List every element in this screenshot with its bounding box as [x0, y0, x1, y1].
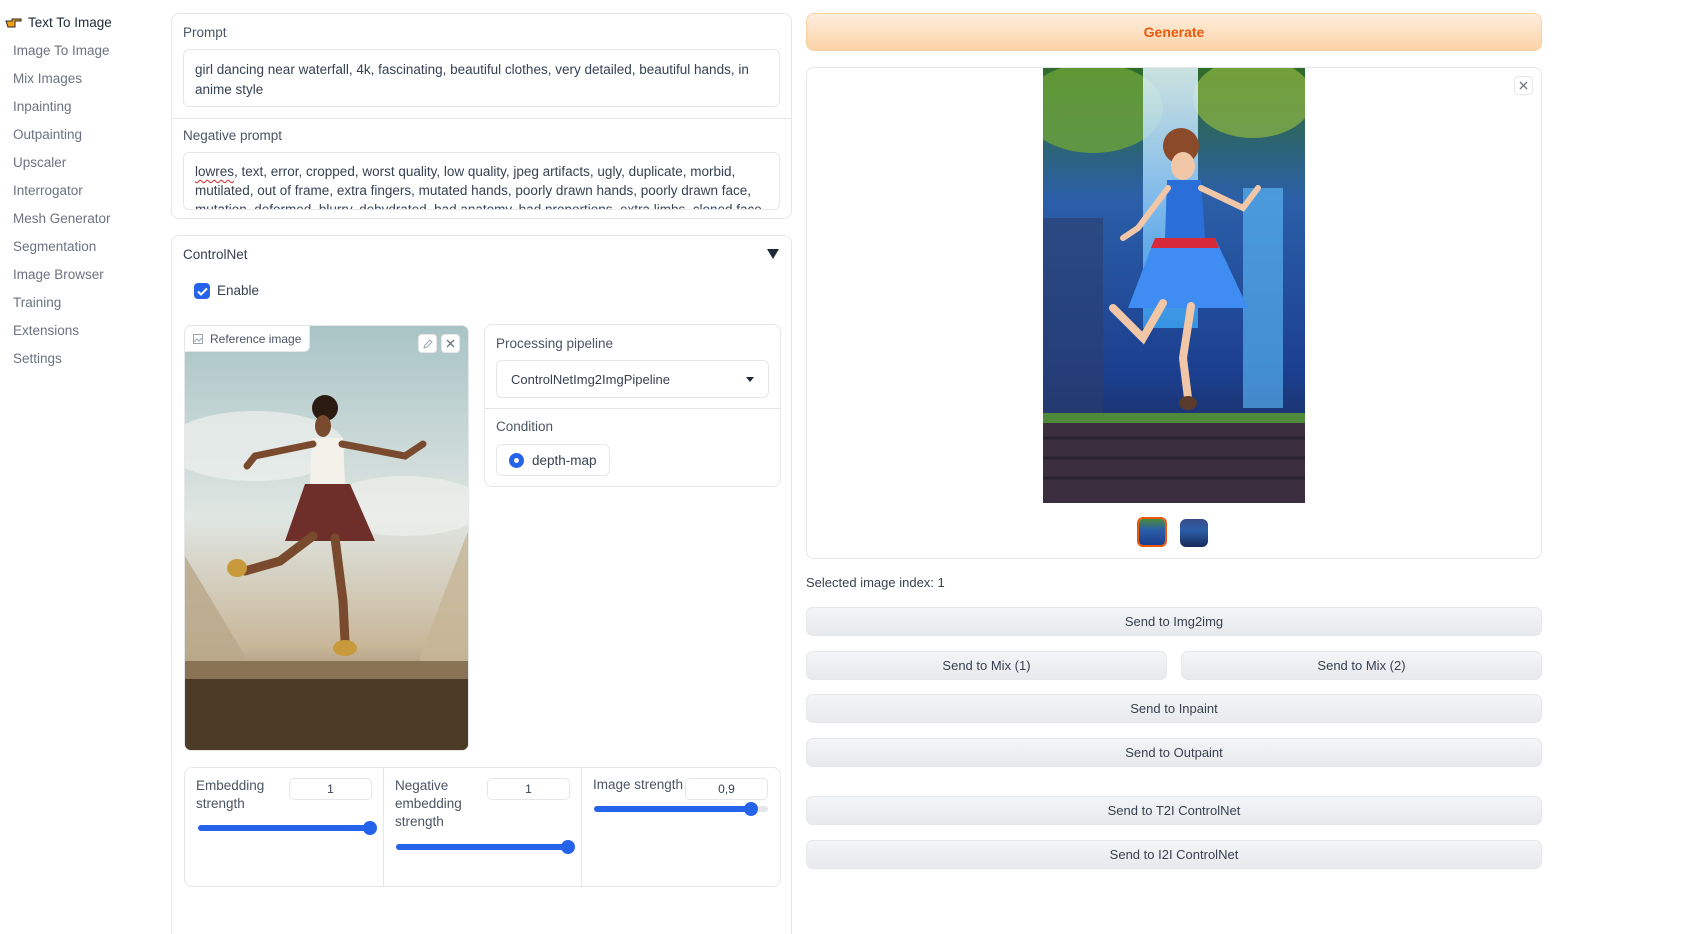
send-to-mix-2-button[interactable]: Send to Mix (2) — [1181, 651, 1542, 680]
divider — [383, 768, 384, 886]
gallery-thumb-2[interactable] — [1180, 519, 1208, 547]
embedding-strength-slider[interactable] — [198, 821, 377, 835]
strength-box: Embedding strength 1 Negative embedding … — [184, 767, 781, 887]
condition-label: Condition — [496, 419, 554, 434]
sidebar-item-extensions[interactable]: Extensions — [0, 316, 175, 344]
sidebar-item-training[interactable]: Training — [0, 288, 175, 316]
sidebar-item-interrogator[interactable]: Interrogator — [0, 176, 175, 204]
slider-thumb[interactable] — [561, 840, 575, 854]
label-line: strength — [395, 814, 444, 829]
radio-selected-icon — [509, 452, 524, 468]
enable-checkbox[interactable] — [194, 283, 210, 299]
pipeline-label: Processing pipeline — [496, 336, 614, 351]
selected-image-index: Selected image index: 1 — [806, 575, 945, 590]
check-icon — [196, 287, 208, 296]
sidebar-item-label: Mix Images — [13, 70, 83, 86]
negative-prompt-input[interactable]: lowres, text, error, cropped, worst qual… — [183, 152, 780, 210]
condition-value: depth-map — [532, 452, 597, 468]
slider-thumb[interactable] — [743, 802, 758, 816]
sidebar-item-text-to-image[interactable]: Text To Image — [0, 8, 175, 36]
sidebar-item-image-to-image[interactable]: Image To Image — [0, 36, 175, 64]
sidebar-item-label: Image Browser — [13, 266, 104, 282]
sidebar-item-inpainting[interactable]: Inpainting — [0, 92, 175, 120]
reference-tools — [418, 334, 460, 353]
enable-label: Enable — [217, 283, 260, 298]
sidebar: Text To Image Image To Image Mix Images … — [0, 0, 175, 934]
sidebar-item-label: Outpainting — [13, 126, 83, 142]
label-line: Embedding — [196, 778, 265, 793]
sidebar-item-label: Inpainting — [13, 98, 72, 114]
divider — [172, 118, 791, 119]
sidebar-item-label: Mesh Generator — [13, 210, 111, 226]
send-to-t2i-controlnet-button[interactable]: Send to T2I ControlNet — [806, 796, 1542, 825]
sidebar-item-label: Interrogator — [13, 182, 83, 198]
prompt-input[interactable]: girl dancing near waterfall, 4k, fascina… — [183, 49, 780, 107]
sidebar-item-label: Upscaler — [13, 154, 67, 170]
send-to-img2img-button[interactable]: Send to Img2img — [806, 607, 1542, 636]
sidebar-item-label: Segmentation — [13, 238, 97, 254]
misspelled-word: lowres — [195, 164, 235, 179]
sidebar-item-settings[interactable]: Settings — [0, 344, 175, 372]
image-strength-label: Image strength — [593, 777, 684, 792]
label-line: strength — [196, 796, 245, 811]
sidebar-item-mesh-generator[interactable]: Mesh Generator — [0, 204, 175, 232]
sidebar-item-image-browser[interactable]: Image Browser — [0, 260, 175, 288]
sidebar-item-label: Training — [13, 294, 62, 310]
image-strength-input[interactable]: 0,9 — [685, 778, 768, 800]
pipeline-value: ControlNetImg2ImgPipeline — [511, 371, 670, 387]
triangle-down-icon[interactable] — [767, 249, 779, 259]
sidebar-item-label: Text To Image — [28, 14, 112, 30]
embedding-strength-label: Embedding strength — [196, 777, 264, 813]
label-line: Negative — [395, 778, 449, 793]
reference-image-label: Reference image — [185, 326, 311, 352]
negative-prompt-text: , text, error, cropped, worst quality, l… — [195, 164, 766, 210]
send-to-mix-1-button[interactable]: Send to Mix (1) — [806, 651, 1167, 680]
sidebar-item-label: Image To Image — [13, 42, 110, 58]
generated-image[interactable] — [1043, 68, 1305, 503]
pipeline-box: Processing pipeline ControlNetImg2ImgPip… — [484, 324, 781, 487]
caret-down-icon — [746, 376, 754, 382]
negative-embedding-strength-slider[interactable] — [396, 840, 575, 854]
close-icon[interactable] — [1514, 76, 1533, 95]
output-gallery — [806, 67, 1542, 559]
slider-thumb[interactable] — [363, 821, 377, 835]
prompt-panel: Prompt girl dancing near waterfall, 4k, … — [171, 13, 792, 219]
controlnet-title: ControlNet — [183, 247, 248, 262]
pointing-hand-icon — [5, 18, 22, 28]
divider — [581, 768, 582, 886]
image-strength-slider[interactable] — [594, 802, 768, 816]
reference-image[interactable]: Reference image — [184, 325, 469, 751]
send-to-inpaint-button[interactable]: Send to Inpaint — [806, 694, 1542, 723]
embedding-strength-input[interactable]: 1 — [289, 778, 372, 800]
pipeline-select[interactable]: ControlNetImg2ImgPipeline — [496, 360, 769, 398]
gallery-thumb-1[interactable] — [1137, 517, 1167, 547]
sidebar-item-upscaler[interactable]: Upscaler — [0, 148, 175, 176]
generate-button[interactable]: Generate — [806, 13, 1542, 51]
sidebar-item-label: Extensions — [13, 322, 80, 338]
controlnet-panel: ControlNet Enable Reference image Proces… — [171, 235, 792, 934]
negative-embedding-strength-input[interactable]: 1 — [487, 778, 570, 800]
negative-prompt-label: Negative prompt — [183, 128, 283, 143]
sidebar-item-mix-images[interactable]: Mix Images — [0, 64, 175, 92]
prompt-label: Prompt — [183, 25, 227, 40]
send-to-outpaint-button[interactable]: Send to Outpaint — [806, 738, 1542, 767]
sidebar-item-segmentation[interactable]: Segmentation — [0, 232, 175, 260]
sidebar-item-outpainting[interactable]: Outpainting — [0, 120, 175, 148]
reference-image-text: Reference image — [210, 331, 302, 346]
reference-photo — [185, 326, 468, 750]
label-line: embedding — [395, 796, 462, 811]
pencil-icon[interactable] — [418, 334, 437, 353]
close-icon[interactable] — [441, 334, 460, 353]
negative-embedding-strength-label: Negative embedding strength — [395, 777, 462, 831]
divider — [485, 408, 780, 409]
sidebar-item-label: Settings — [13, 350, 62, 366]
condition-radio-depth-map[interactable]: depth-map — [496, 444, 610, 476]
image-icon — [193, 333, 203, 344]
send-to-i2i-controlnet-button[interactable]: Send to I2I ControlNet — [806, 840, 1542, 869]
